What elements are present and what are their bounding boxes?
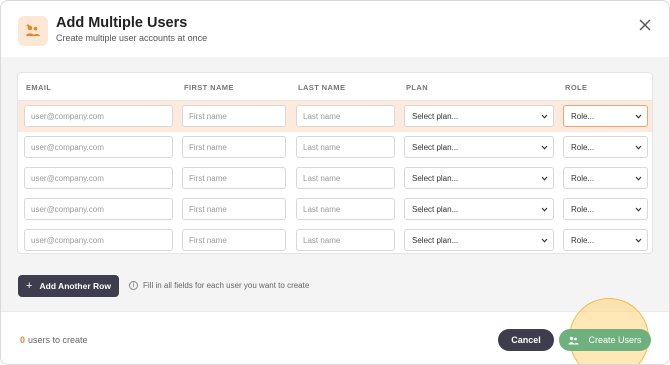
email-field[interactable]: user@company.com: [24, 229, 173, 251]
column-header-last-name: LAST NAME: [298, 83, 346, 92]
modal-header: Add Multiple Users Create multiple user …: [1, 1, 669, 57]
user-count-number: 0: [20, 335, 26, 345]
table-row: user@company.com First name Last name Se…: [18, 163, 652, 194]
chevron-down-icon: [635, 176, 642, 181]
role-select[interactable]: Role...: [563, 198, 648, 220]
email-field[interactable]: user@company.com: [24, 105, 173, 127]
first-name-field[interactable]: First name: [182, 136, 286, 158]
modal-body: EMAIL FIRST NAME LAST NAME PLAN ROLE use…: [1, 57, 669, 311]
users-table: EMAIL FIRST NAME LAST NAME PLAN ROLE use…: [17, 72, 653, 254]
first-name-field[interactable]: First name: [182, 229, 286, 251]
email-field[interactable]: user@company.com: [24, 136, 173, 158]
column-header-first-name: FIRST NAME: [184, 83, 234, 92]
plan-select-value: Select plan...: [412, 204, 459, 214]
role-select-value: Role...: [571, 173, 595, 183]
hint-text: Fill in all fields for each user you wan…: [143, 281, 310, 290]
chevron-down-icon: [635, 238, 642, 243]
last-name-field[interactable]: Last name: [296, 167, 395, 189]
plan-select-value: Select plan...: [412, 173, 459, 183]
plan-select-value: Select plan...: [412, 235, 459, 245]
role-select-value: Role...: [571, 142, 595, 152]
plan-select-value: Select plan...: [412, 111, 459, 121]
role-select-value: Role...: [571, 111, 595, 121]
chevron-down-icon: [541, 114, 548, 119]
plan-select[interactable]: Select plan...: [404, 167, 554, 189]
first-name-field[interactable]: First name: [182, 105, 286, 127]
email-field[interactable]: user@company.com: [24, 198, 173, 220]
column-header-plan: PLAN: [406, 83, 429, 92]
role-select-value: Role...: [571, 204, 595, 214]
chevron-down-icon: [635, 145, 642, 150]
chevron-down-icon: [635, 114, 642, 119]
plan-select-value: Select plan...: [412, 142, 459, 152]
modal-subtitle: Create multiple user accounts at once: [56, 33, 208, 43]
table-row: user@company.com First name Last name Se…: [18, 132, 652, 163]
role-select-value: Role...: [571, 235, 595, 245]
chevron-down-icon: [541, 145, 548, 150]
plan-select[interactable]: Select plan...: [404, 105, 554, 127]
close-icon[interactable]: [636, 16, 654, 34]
last-name-field[interactable]: Last name: [296, 105, 395, 127]
column-header-role: ROLE: [565, 83, 588, 92]
role-select[interactable]: Role...: [563, 136, 648, 158]
plan-select[interactable]: Select plan...: [404, 136, 554, 158]
fill-hint: i Fill in all fields for each user you w…: [129, 281, 309, 290]
last-name-field[interactable]: Last name: [296, 198, 395, 220]
modal-footer: 0 users to create Cancel Create Users: [1, 298, 669, 364]
table-row: user@company.com First name Last name Se…: [18, 225, 652, 253]
column-header-email: EMAIL: [26, 83, 52, 92]
users-add-icon: [18, 16, 48, 46]
table-row: user@company.com First name Last name Se…: [18, 101, 652, 132]
chevron-down-icon: [541, 207, 548, 212]
chevron-down-icon: [541, 176, 548, 181]
info-icon: i: [129, 281, 138, 290]
table-header: EMAIL FIRST NAME LAST NAME PLAN ROLE: [18, 73, 652, 101]
add-another-row-label: Add Another Row: [39, 281, 111, 291]
modal-title: Add Multiple Users: [56, 15, 188, 31]
users-icon: [568, 336, 580, 344]
chevron-down-icon: [541, 238, 548, 243]
role-select[interactable]: Role...: [563, 229, 648, 251]
role-select[interactable]: Role...: [563, 105, 648, 127]
table-row: user@company.com First name Last name Se…: [18, 194, 652, 225]
role-select[interactable]: Role...: [563, 167, 648, 189]
cancel-button[interactable]: Cancel: [498, 329, 554, 351]
user-count: 0 users to create: [20, 335, 88, 345]
first-name-field[interactable]: First name: [182, 198, 286, 220]
chevron-down-icon: [635, 207, 642, 212]
plus-icon: +: [26, 280, 33, 292]
first-name-field[interactable]: First name: [182, 167, 286, 189]
add-another-row-button[interactable]: + Add Another Row: [18, 275, 119, 297]
email-field[interactable]: user@company.com: [24, 167, 173, 189]
last-name-field[interactable]: Last name: [296, 136, 395, 158]
user-count-label: users to create: [28, 335, 88, 345]
plan-select[interactable]: Select plan...: [404, 198, 554, 220]
add-users-modal: Add Multiple Users Create multiple user …: [0, 0, 670, 365]
last-name-field[interactable]: Last name: [296, 229, 395, 251]
plan-select[interactable]: Select plan...: [404, 229, 554, 251]
create-users-button[interactable]: Create Users: [559, 329, 651, 351]
create-users-label: Create Users: [588, 335, 642, 345]
